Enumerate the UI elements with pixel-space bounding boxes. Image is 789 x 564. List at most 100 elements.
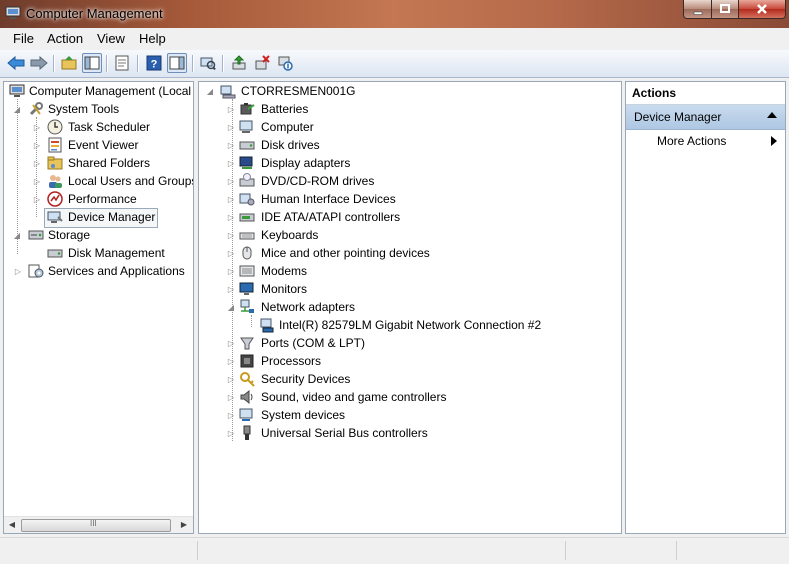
device-category-system-devices[interactable]: ▷ System devices bbox=[199, 406, 619, 424]
expand-arrow-icon[interactable]: ▷ bbox=[32, 136, 42, 154]
users-icon bbox=[49, 175, 62, 188]
tree-item-shared-folders[interactable]: ▷ Shared Folders bbox=[4, 154, 193, 172]
expand-arrow-icon[interactable]: ▷ bbox=[226, 244, 236, 262]
maximize-button[interactable] bbox=[711, 0, 739, 19]
menu-view[interactable]: View bbox=[97, 31, 125, 46]
menu-action[interactable]: Action bbox=[47, 31, 83, 46]
device-category-monitors[interactable]: ▷ Monitors bbox=[199, 280, 619, 298]
device-category-human-interface-devices[interactable]: ▷ Human Interface Devices bbox=[199, 190, 619, 208]
device-category-network-adapters[interactable]: ◢ Network adapters bbox=[199, 298, 619, 316]
port-icon bbox=[240, 337, 254, 350]
device-category-ide-ata-atapi-controllers[interactable]: ▷ IDE ATA/ATAPI controllers bbox=[199, 208, 619, 226]
tree-item-disk-management[interactable]: Disk Management bbox=[4, 244, 193, 262]
more-actions-item[interactable]: More Actions bbox=[626, 131, 785, 151]
title-bar[interactable]: Computer Management bbox=[0, 0, 789, 28]
expand-arrow-icon[interactable]: ▷ bbox=[226, 136, 236, 154]
device-category-keyboards[interactable]: ▷ Keyboards bbox=[199, 226, 619, 244]
collapse-up-icon[interactable] bbox=[767, 112, 777, 118]
expand-arrow-icon[interactable]: ▷ bbox=[226, 388, 236, 406]
expand-arrow-icon[interactable]: ▷ bbox=[226, 424, 236, 442]
tree-item-task-scheduler[interactable]: ▷ Task Scheduler bbox=[4, 118, 193, 136]
disable-device-button[interactable] bbox=[275, 53, 295, 73]
scroll-left-icon[interactable]: ◀ bbox=[5, 518, 19, 532]
collapse-arrow-icon[interactable]: ◢ bbox=[12, 226, 22, 244]
expand-arrow-icon[interactable]: ▷ bbox=[32, 190, 42, 208]
maximize-icon bbox=[720, 4, 730, 13]
sound-icon bbox=[240, 389, 253, 405]
close-button[interactable] bbox=[738, 0, 786, 19]
tree-item-device-manager[interactable]: Device Manager bbox=[4, 208, 193, 226]
disk-drive-icon bbox=[239, 141, 255, 150]
horizontal-scrollbar[interactable]: ◀ III ▶ bbox=[4, 516, 193, 533]
device-item-intel-r-82579lm-gigabit-network-connection-2[interactable]: Intel(R) 82579LM Gigabit Network Connect… bbox=[199, 316, 619, 334]
tree-item-services-and-applications[interactable]: ▷ Services and Applications bbox=[4, 262, 193, 280]
collapse-arrow-icon[interactable]: ◢ bbox=[205, 82, 215, 100]
tree-item-local-users-and-groups[interactable]: ▷ Local Users and Groups bbox=[4, 172, 193, 190]
expand-arrow-icon[interactable]: ▷ bbox=[226, 172, 236, 190]
device-category-sound-video-and-game-controllers[interactable]: ▷ Sound, video and game controllers bbox=[199, 388, 619, 406]
device-category-processors[interactable]: ▷ Processors bbox=[199, 352, 619, 370]
expand-arrow-icon[interactable]: ▷ bbox=[226, 406, 236, 424]
device-category-dvd-cd-rom-drives[interactable]: ▷ DVD/CD-ROM drives bbox=[199, 172, 619, 190]
show-hide-action-pane-button[interactable] bbox=[167, 53, 187, 73]
tree-item-system-tools[interactable]: ◢ System Tools bbox=[4, 100, 193, 118]
expand-arrow-icon[interactable]: ▷ bbox=[226, 226, 236, 244]
update-driver-button[interactable] bbox=[229, 53, 249, 73]
expand-arrow-icon[interactable]: ▷ bbox=[13, 262, 23, 280]
forward-button[interactable] bbox=[29, 53, 49, 73]
scroll-right-icon[interactable]: ▶ bbox=[177, 518, 191, 532]
device-category-computer[interactable]: ▷ Computer bbox=[199, 118, 619, 136]
uninstall-icon bbox=[255, 55, 270, 70]
up-level-button[interactable] bbox=[59, 53, 79, 73]
svg-text:?: ? bbox=[151, 59, 158, 71]
menu-file[interactable]: File bbox=[13, 31, 34, 46]
device-tree-pane[interactable]: ◢ CTORRESMEN001G ▷ Batteries ▷ Computer ▷ Dis… bbox=[198, 81, 622, 534]
device-category-display-adapters[interactable]: ▷ Display adapters bbox=[199, 154, 619, 172]
services-icon bbox=[28, 264, 44, 278]
expand-arrow-icon[interactable]: ▷ bbox=[226, 154, 236, 172]
expand-arrow-icon[interactable]: ▷ bbox=[226, 190, 236, 208]
device-category-batteries[interactable]: ▷ Batteries bbox=[199, 100, 619, 118]
expand-arrow-icon[interactable]: ▷ bbox=[32, 172, 42, 190]
properties-button[interactable] bbox=[112, 53, 132, 73]
show-hide-console-tree-button[interactable] bbox=[82, 53, 102, 73]
expand-arrow-icon[interactable]: ▷ bbox=[226, 208, 236, 226]
expand-arrow-icon[interactable]: ▷ bbox=[226, 262, 236, 280]
status-divider bbox=[676, 541, 677, 560]
device-category-modems[interactable]: ▷ Modems bbox=[199, 262, 619, 280]
device-tree-root[interactable]: ◢ CTORRESMEN001G bbox=[199, 82, 619, 100]
device-category-security-devices[interactable]: ▷ Security Devices bbox=[199, 370, 619, 388]
expand-arrow-icon[interactable]: ▷ bbox=[226, 118, 236, 136]
tree-item-performance[interactable]: ▷ Performance bbox=[4, 190, 193, 208]
collapse-arrow-icon[interactable]: ◢ bbox=[12, 100, 22, 118]
expand-arrow-icon[interactable]: ▷ bbox=[226, 370, 236, 388]
device-category-disk-drives[interactable]: ▷ Disk drives bbox=[199, 136, 619, 154]
actions-pane: Actions Device Manager More Actions bbox=[625, 81, 786, 534]
console-tree-pane[interactable]: Computer Management (Local ◢ System Tool… bbox=[3, 81, 194, 534]
device-category-ports-com-lpt[interactable]: ▷ Ports (COM & LPT) bbox=[199, 334, 619, 352]
tree-item-event-viewer[interactable]: ▷ Event Viewer bbox=[4, 136, 193, 154]
expand-arrow-icon[interactable]: ▷ bbox=[226, 334, 236, 352]
properties-icon bbox=[115, 55, 129, 71]
expand-arrow-icon[interactable]: ▷ bbox=[32, 118, 42, 136]
shared-folder-icon bbox=[47, 156, 63, 170]
expand-arrow-icon[interactable]: ▷ bbox=[226, 100, 236, 118]
device-category-universal-serial-bus-controllers[interactable]: ▷ Universal Serial Bus controllers bbox=[199, 424, 619, 442]
menu-help[interactable]: Help bbox=[139, 31, 166, 46]
minimize-icon bbox=[693, 11, 702, 15]
uninstall-device-button[interactable] bbox=[252, 53, 272, 73]
scan-hardware-button[interactable] bbox=[198, 53, 218, 73]
help-button[interactable]: ? bbox=[144, 53, 164, 73]
back-button[interactable] bbox=[6, 53, 26, 73]
processor-icon bbox=[240, 354, 254, 368]
minimize-button[interactable] bbox=[683, 0, 712, 19]
expand-arrow-icon[interactable]: ▷ bbox=[32, 154, 42, 172]
collapse-arrow-icon[interactable]: ◢ bbox=[226, 298, 236, 316]
expand-arrow-icon[interactable]: ▷ bbox=[226, 352, 236, 370]
tree-root[interactable]: Computer Management (Local bbox=[4, 82, 193, 100]
expand-arrow-icon[interactable]: ▷ bbox=[226, 280, 236, 298]
actions-section-device-manager[interactable]: Device Manager bbox=[626, 105, 785, 130]
tree-item-storage[interactable]: ◢ Storage bbox=[4, 226, 193, 244]
scrollbar-thumb[interactable]: III bbox=[21, 519, 171, 532]
device-category-mice-and-other-pointing-devices[interactable]: ▷ Mice and other pointing devices bbox=[199, 244, 619, 262]
